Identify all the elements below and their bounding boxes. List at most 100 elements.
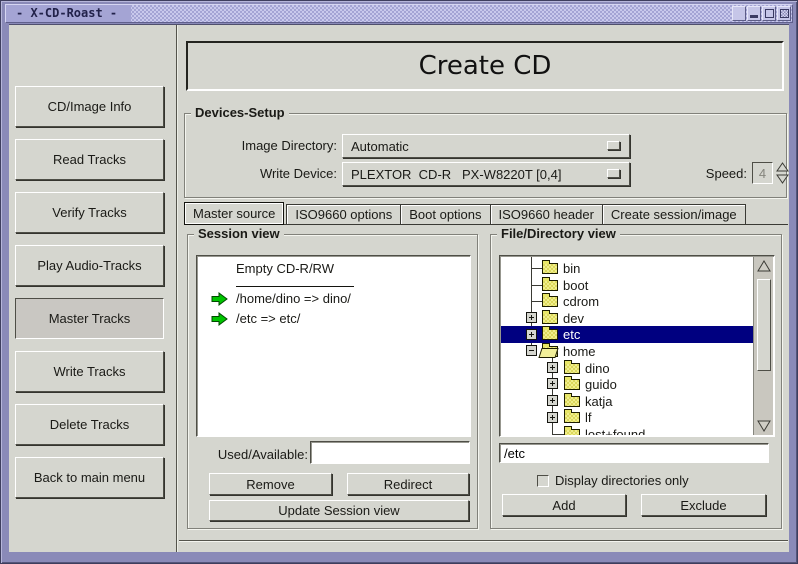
green-arrow-icon	[211, 292, 228, 306]
sidebar-item-label: Play Audio-Tracks	[37, 258, 141, 273]
tree-item-dev[interactable]: dev	[501, 310, 753, 327]
used-available-input[interactable]	[310, 441, 470, 464]
sidebar-item-cd-image-info[interactable]: CD/Image Info	[15, 86, 164, 127]
tree-item-dino[interactable]: dino	[501, 360, 753, 377]
window-title: - X-CD-Roast -	[6, 5, 131, 22]
titlebar-blank-button[interactable]	[732, 6, 746, 21]
session-header: Empty CD-R/RW	[236, 261, 470, 276]
folder-icon	[542, 313, 558, 324]
folder-icon	[564, 396, 580, 407]
sidebar-item-label: Delete Tracks	[50, 417, 129, 432]
speed-value: 4	[759, 166, 766, 181]
path-input[interactable]	[499, 443, 769, 463]
tab-label: Master source	[193, 206, 275, 221]
directory-tree[interactable]: bin boot cdrom dev	[499, 255, 775, 437]
tree-item-lost-found[interactable]: lost+found	[501, 426, 753, 435]
sidebar-item-master-tracks[interactable]: Master Tracks	[15, 298, 164, 339]
tree-item-label: lost+found	[585, 427, 645, 435]
option-menu-indicator-icon	[607, 169, 620, 178]
redirect-button[interactable]: Redirect	[347, 473, 469, 495]
remove-button[interactable]: Remove	[209, 473, 332, 495]
tree-item-label: lf	[585, 410, 592, 425]
tree-item-katja[interactable]: katja	[501, 393, 753, 410]
used-available-label: Used/Available:	[198, 447, 308, 462]
scrollbar-thumb[interactable]	[757, 279, 771, 371]
exclude-button[interactable]: Exclude	[641, 494, 766, 516]
display-directories-label: Display directories only	[555, 473, 689, 488]
minimize-icon	[750, 15, 758, 18]
titlebar[interactable]: - X-CD-Roast -	[5, 4, 793, 23]
update-session-view-button[interactable]: Update Session view	[209, 500, 469, 521]
expand-plus-icon[interactable]	[547, 378, 558, 389]
expand-plus-icon[interactable]	[526, 312, 537, 323]
folder-icon	[542, 329, 558, 340]
add-button[interactable]: Add	[502, 494, 626, 516]
sidebar-item-verify-tracks[interactable]: Verify Tracks	[15, 192, 164, 233]
button-label: Remove	[246, 477, 294, 492]
sidebar-divider	[176, 25, 177, 552]
tab-label: ISO9660 options	[295, 207, 392, 222]
speed-spinner[interactable]	[776, 162, 789, 187]
sidebar-item-label: Verify Tracks	[52, 205, 126, 220]
write-device-dropdown[interactable]: PLEXTOR CD-R PX-W8220T [0,4]	[342, 162, 630, 186]
collapse-minus-icon[interactable]	[526, 345, 537, 356]
tree-item-cdrom[interactable]: cdrom	[501, 293, 753, 310]
expand-plus-icon[interactable]	[547, 412, 558, 423]
titlebar-buttons	[732, 6, 791, 21]
pattern-icon	[780, 9, 789, 18]
expand-plus-icon[interactable]	[547, 362, 558, 373]
tree-scrollbar[interactable]	[753, 257, 773, 435]
tree-item-label: katja	[585, 394, 612, 409]
tab-create-session-image[interactable]: Create session/image	[602, 204, 746, 225]
tree-item-label: boot	[563, 278, 588, 293]
sidebar-item-delete-tracks[interactable]: Delete Tracks	[15, 404, 164, 445]
folder-icon	[564, 379, 580, 390]
sidebar-item-write-tracks[interactable]: Write Tracks	[15, 351, 164, 392]
option-menu-indicator-icon	[607, 141, 620, 150]
sidebar-item-play-audio-tracks[interactable]: Play Audio-Tracks	[15, 245, 164, 286]
tree-item-lf[interactable]: lf	[501, 409, 753, 426]
file-directory-view-frame: File/Directory view bin boot	[490, 234, 782, 529]
session-view-label: Session view	[194, 226, 284, 241]
sidebar-item-label: Master Tracks	[49, 311, 131, 326]
sidebar-item-read-tracks[interactable]: Read Tracks	[15, 139, 164, 180]
green-arrow-icon	[211, 312, 228, 326]
tab-boot-options[interactable]: Boot options	[400, 204, 490, 225]
session-entry[interactable]: /home/dino => dino/	[211, 290, 470, 307]
tree-item-etc[interactable]: etc	[501, 326, 753, 343]
tree-item-label: bin	[563, 261, 580, 276]
minimize-button[interactable]	[747, 6, 761, 21]
tree-item-bin[interactable]: bin	[501, 260, 753, 277]
main-content: CD/Image Info Read Tracks Verify Tracks …	[9, 24, 789, 552]
tree-item-label: etc	[563, 327, 580, 342]
scroll-down-icon[interactable]	[757, 419, 771, 432]
session-entry-text: /etc => etc/	[236, 311, 300, 326]
tree-item-home[interactable]: home	[501, 343, 753, 360]
sidebar-item-label: Read Tracks	[53, 152, 126, 167]
expand-plus-icon[interactable]	[526, 329, 537, 340]
session-separator	[236, 286, 354, 287]
tree-item-guido[interactable]: guido	[501, 376, 753, 393]
session-entry[interactable]: /etc => etc/	[211, 310, 470, 327]
sidebar-item-back-to-main-menu[interactable]: Back to main menu	[15, 457, 164, 498]
open-folder-icon	[542, 346, 558, 357]
window-menu-button[interactable]	[777, 6, 791, 21]
bottom-groove	[179, 540, 788, 541]
tab-iso9660-header[interactable]: ISO9660 header	[490, 204, 603, 225]
display-directories-checkbox[interactable]	[537, 475, 549, 487]
tree-rows: bin boot cdrom dev	[501, 257, 753, 435]
expand-plus-icon[interactable]	[547, 395, 558, 406]
sidebar-item-label: Write Tracks	[54, 364, 126, 379]
tree-item-boot[interactable]: boot	[501, 277, 753, 294]
maximize-button[interactable]	[762, 6, 776, 21]
tab-iso9660-options[interactable]: ISO9660 options	[286, 204, 401, 225]
image-directory-dropdown[interactable]: Automatic	[342, 134, 630, 158]
image-directory-value: Automatic	[351, 139, 409, 154]
tab-master-source[interactable]: Master source	[184, 202, 284, 225]
devices-setup-frame: Devices-Setup Image Directory: Automatic…	[184, 113, 787, 198]
speed-value-field[interactable]: 4	[752, 162, 773, 184]
scroll-up-icon[interactable]	[757, 260, 771, 273]
folder-icon	[564, 412, 580, 423]
session-entry-text: /home/dino => dino/	[236, 291, 351, 306]
session-list[interactable]: Empty CD-R/RW /home/dino => dino/ /etc =…	[196, 255, 471, 437]
